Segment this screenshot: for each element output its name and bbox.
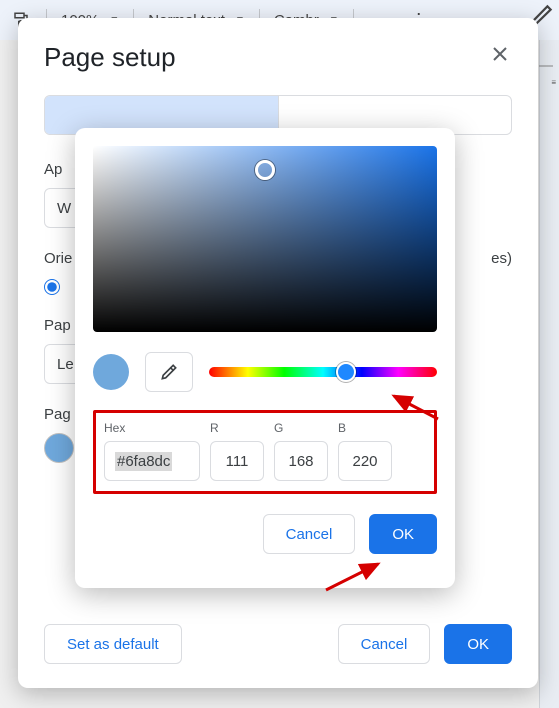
- eyedropper-button[interactable]: [145, 352, 193, 392]
- sv-gradient[interactable]: [93, 146, 437, 332]
- sv-thumb[interactable]: [255, 160, 275, 180]
- set-as-default-button[interactable]: Set as default: [44, 624, 182, 664]
- orientation-portrait-radio[interactable]: [44, 279, 60, 295]
- r-label: R: [210, 421, 264, 435]
- hex-input[interactable]: #6fa8dc: [104, 441, 200, 481]
- close-icon: [492, 46, 508, 62]
- orientation-label: Orie: [44, 250, 72, 267]
- b-value: 220: [352, 453, 377, 470]
- annotation-highlight-box: Hex #6fa8dc R 111 G 168 B 220: [93, 410, 437, 494]
- b-label: B: [338, 421, 392, 435]
- ruler-mark: [539, 62, 553, 71]
- hue-thumb[interactable]: [336, 362, 356, 382]
- g-value: 168: [288, 453, 313, 470]
- cancel-button[interactable]: Cancel: [338, 624, 431, 664]
- close-button[interactable]: [488, 42, 512, 66]
- color-cancel-button[interactable]: Cancel: [263, 514, 356, 554]
- paper-size-value: Le: [57, 356, 74, 373]
- color-preview-swatch: [93, 354, 129, 390]
- ok-button[interactable]: OK: [444, 624, 512, 664]
- g-input[interactable]: 168: [274, 441, 328, 481]
- hue-track: [209, 367, 437, 377]
- eyedropper-icon: [159, 362, 179, 382]
- page-color-swatch[interactable]: [44, 433, 74, 463]
- b-input[interactable]: 220: [338, 441, 392, 481]
- hex-label: Hex: [104, 421, 200, 435]
- custom-color-popover: Hex #6fa8dc R 111 G 168 B 220 Cancel OK: [75, 128, 455, 588]
- ruler-tick-icon: ≡: [551, 78, 556, 87]
- dialog-title: Page setup: [44, 42, 176, 73]
- margins-unit-label: es): [491, 250, 512, 267]
- apply-to-value: W: [57, 200, 71, 217]
- g-label: G: [274, 421, 328, 435]
- r-input[interactable]: 111: [210, 441, 264, 481]
- hue-slider[interactable]: [209, 365, 437, 379]
- color-ok-button[interactable]: OK: [369, 514, 437, 554]
- vertical-ruler: ≡: [539, 40, 559, 708]
- hex-value: #6fa8dc: [115, 452, 172, 471]
- r-value: 111: [226, 453, 249, 470]
